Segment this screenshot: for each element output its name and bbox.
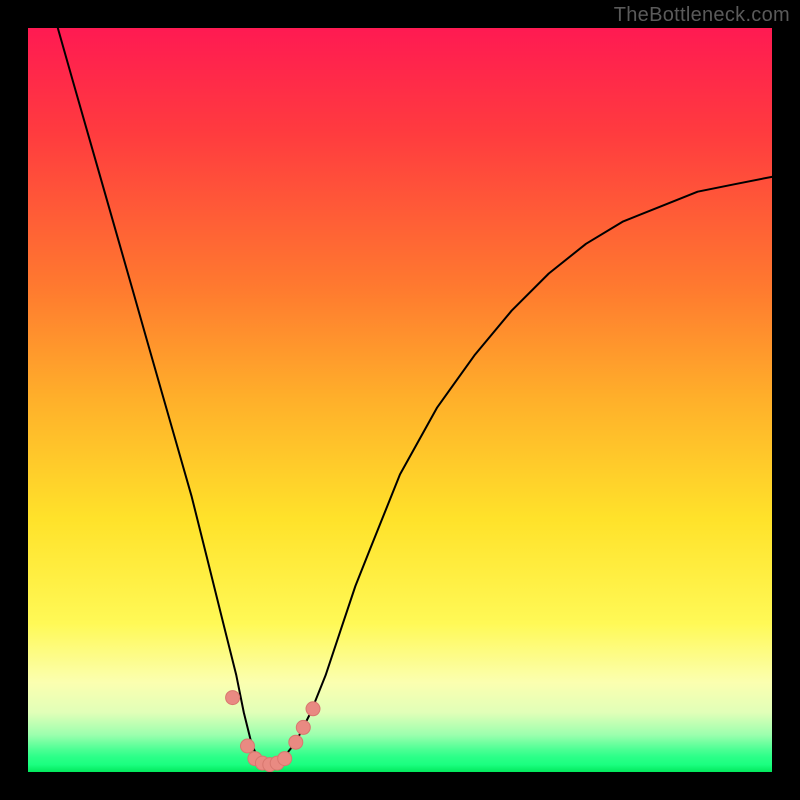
- curve-marker: [226, 691, 240, 705]
- marker-group: [226, 691, 320, 772]
- curve-marker: [289, 735, 303, 749]
- chart-frame: TheBottleneck.com: [0, 0, 800, 800]
- curve-marker: [296, 720, 310, 734]
- attribution-text: TheBottleneck.com: [614, 4, 790, 27]
- plot-area: [28, 28, 772, 772]
- curve-layer: [28, 28, 772, 772]
- bottleneck-curve: [58, 28, 772, 765]
- curve-marker: [306, 702, 320, 716]
- curve-marker: [241, 739, 255, 753]
- curve-marker: [278, 752, 292, 766]
